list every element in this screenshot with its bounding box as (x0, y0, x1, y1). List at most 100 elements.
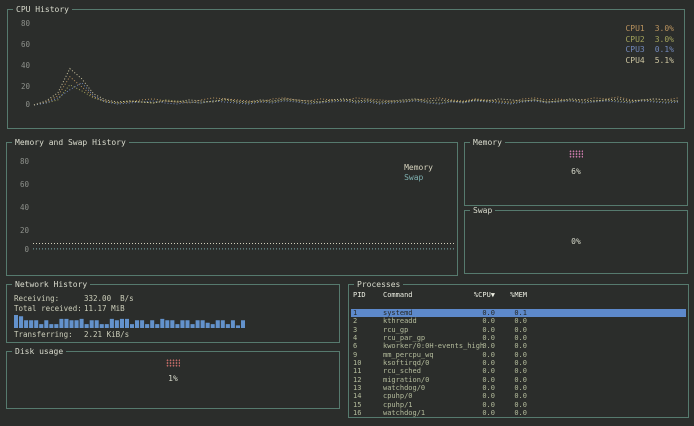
cell-pid: 9 (353, 351, 383, 359)
cell-pid: 1 (353, 309, 383, 317)
cell-cpu: 0.0 (467, 367, 495, 375)
swap-percent: 0% (465, 237, 687, 246)
cell-mem: 0.0 (495, 384, 527, 392)
transferring-label: Transferring: (14, 330, 84, 340)
processes-table: 1systemd0.00.12kthreadd0.00.03rcu_gp0.00… (351, 309, 686, 417)
memswap-legend-swap: Swap (404, 173, 433, 183)
cell-pid: 13 (353, 384, 383, 392)
cell-command: rcu_sched (383, 367, 467, 375)
table-row[interactable]: 2kthreadd0.00.0 (351, 317, 686, 325)
cpu-legend-item-cpu3: CPU30.1% (625, 45, 674, 56)
cpu-legend-item-cpu1: CPU13.0% (625, 24, 674, 35)
cpu-legend: CPU13.0%CPU23.0%CPU30.1%CPU45.1% (625, 24, 674, 66)
cell-cpu: 0.0 (467, 342, 495, 350)
cell-command: watchdog/1 (383, 409, 467, 417)
cell-cpu: 0.0 (467, 409, 495, 417)
disk-donut-icon (166, 359, 180, 367)
ms-ytick-40: 40 (13, 204, 29, 212)
cell-command: migration/0 (383, 376, 467, 384)
cell-mem: 0.0 (495, 392, 527, 400)
system-monitor-app: CPU History 80 60 40 20 0 CPU13.0%CPU23.… (0, 0, 694, 426)
cpu-legend-value: 3.0% (655, 35, 674, 46)
cell-command: rcu_gp (383, 326, 467, 334)
ms-ytick-80: 80 (13, 158, 29, 166)
column-mem: %MEM (495, 291, 527, 299)
cell-command: kthreadd (383, 317, 467, 325)
cell-command: ksoftirqd/0 (383, 359, 467, 367)
cpu-legend-item-cpu2: CPU23.0% (625, 35, 674, 46)
network-spark-area (14, 315, 246, 328)
column-cpu-sort: %CPU▼ (467, 291, 495, 299)
table-row[interactable]: 3rcu_gp0.00.0 (351, 326, 686, 334)
cpu-series-cpu4 (34, 69, 678, 105)
cpu-history-chart (32, 16, 680, 121)
cell-pid: 6 (353, 342, 383, 350)
cell-cpu: 0.0 (467, 384, 495, 392)
cpu-ytick-0: 0 (14, 101, 30, 109)
ms-ytick-0: 0 (13, 246, 29, 254)
table-row[interactable]: 12migration/00.00.0 (351, 376, 686, 384)
table-row[interactable]: 6kworker/0:0H-events_high0.00.0 (351, 342, 686, 350)
table-row[interactable]: 13watchdog/00.00.0 (351, 384, 686, 392)
cpu-legend-value: 5.1% (655, 56, 674, 67)
total-received-value: 11.17 MiB (84, 304, 125, 314)
cell-command: kworker/0:0H-events_high (383, 342, 467, 350)
cpu-ytick-60: 60 (14, 41, 30, 49)
table-row[interactable]: 16watchdog/10.00.0 (351, 409, 686, 417)
network-total-received-line: Total received: 11.17 MiB (14, 304, 333, 314)
disk-percent: 1% (7, 374, 339, 383)
memory-percent: 6% (465, 167, 687, 176)
cell-cpu: 0.0 (467, 326, 495, 334)
memory-title: Memory (470, 138, 505, 147)
ms-ytick-60: 60 (13, 181, 29, 189)
cell-pid: 4 (353, 334, 383, 342)
cell-pid: 15 (353, 401, 383, 409)
cell-command: systemd (383, 309, 467, 317)
cell-mem: 0.0 (495, 342, 527, 350)
cell-cpu: 0.0 (467, 334, 495, 342)
cpu-legend-item-cpu4: CPU45.1% (625, 56, 674, 67)
table-row[interactable]: 11rcu_sched0.00.0 (351, 367, 686, 375)
disk-usage-title: Disk usage (12, 347, 66, 356)
processes-title: Processes (354, 280, 403, 289)
network-receiving-line: Receiving: 332.00 B/s (14, 294, 333, 304)
cell-cpu: 0.0 (467, 351, 495, 359)
table-row[interactable]: 9mm_percpu_wq0.00.0 (351, 351, 686, 359)
cell-command: cpuhp/1 (383, 401, 467, 409)
cell-command: watchdog/0 (383, 384, 467, 392)
cell-mem: 0.0 (495, 326, 527, 334)
cell-pid: 2 (353, 317, 383, 325)
network-transferring-line: Transferring: 2.21 KiB/s (14, 330, 333, 340)
cell-pid: 3 (353, 326, 383, 334)
cell-mem: 0.0 (495, 367, 527, 375)
cpu-ytick-80: 80 (14, 20, 30, 28)
cell-cpu: 0.0 (467, 309, 495, 317)
cell-mem: 0.0 (495, 409, 527, 417)
cpu-legend-value: 0.1% (655, 45, 674, 56)
table-row[interactable]: 4rcu_par_gp0.00.0 (351, 334, 686, 342)
cell-pid: 11 (353, 367, 383, 375)
table-row[interactable]: 1systemd0.00.1 (351, 309, 686, 317)
cell-command: mm_percpu_wq (383, 351, 467, 359)
cell-cpu: 0.0 (467, 376, 495, 384)
table-row[interactable]: 15cpuhp/10.00.0 (351, 401, 686, 409)
memory-swap-history-title: Memory and Swap History (12, 138, 129, 147)
cpu-legend-label: CPU1 (625, 24, 644, 35)
total-received-label: Total received: (14, 304, 84, 314)
cell-cpu: 0.0 (467, 317, 495, 325)
cell-pid: 16 (353, 409, 383, 417)
processes-header: PID Command %CPU▼ %MEM (353, 291, 684, 299)
cell-cpu: 0.0 (467, 359, 495, 367)
swap-panel: Swap 0% (464, 210, 688, 274)
cell-cpu: 0.0 (467, 401, 495, 409)
memory-panel: Memory 6% (464, 142, 688, 206)
table-row[interactable]: 14cpuhp/00.00.0 (351, 392, 686, 400)
memory-swap-legend: MemorySwap (404, 163, 433, 183)
table-row[interactable]: 10ksoftirqd/00.00.0 (351, 359, 686, 367)
memory-donut-icon (569, 150, 583, 158)
processes-panel: Processes PID Command %CPU▼ %MEM 1system… (348, 284, 689, 418)
cpu-history-panel: CPU History 80 60 40 20 0 CPU13.0%CPU23.… (7, 9, 685, 129)
cell-command: cpuhp/0 (383, 392, 467, 400)
cell-cpu: 0.0 (467, 392, 495, 400)
cell-mem: 0.0 (495, 317, 527, 325)
